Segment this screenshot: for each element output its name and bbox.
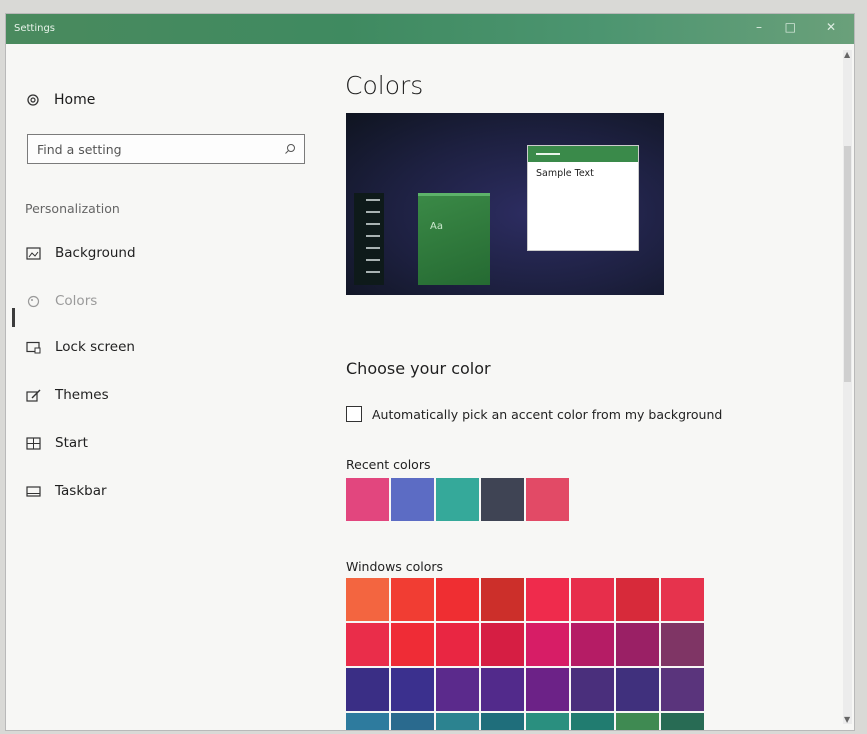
recent-color-swatch[interactable] <box>526 478 569 521</box>
start-icon <box>26 436 41 450</box>
preview-window: Sample Text <box>527 145 639 251</box>
recent-colors <box>346 478 571 521</box>
scroll-up-icon[interactable]: ▲ <box>844 50 850 59</box>
brush-icon <box>26 389 41 402</box>
recent-color-swatch[interactable] <box>391 478 434 521</box>
taskbar-icon <box>26 485 41 497</box>
windows-color-swatch[interactable] <box>526 713 569 730</box>
recent-color-swatch[interactable] <box>436 478 479 521</box>
selection-indicator <box>12 308 15 327</box>
sidebar-item-themes[interactable]: Themes <box>26 384 109 406</box>
windows-color-swatch[interactable] <box>436 713 479 730</box>
sidebar-item-label: Taskbar <box>55 483 107 499</box>
recent-colors-label: Recent colors <box>346 457 431 472</box>
gear-icon <box>27 94 39 106</box>
section-title: Personalization <box>25 201 120 216</box>
page-title: Colors <box>345 71 424 100</box>
scroll-down-icon[interactable]: ▼ <box>844 715 850 724</box>
windows-color-swatch[interactable] <box>391 668 434 711</box>
windows-color-swatch[interactable] <box>346 713 389 730</box>
windows-colors-grid <box>346 578 704 730</box>
home-label: Home <box>54 92 96 108</box>
choose-color-heading: Choose your color <box>346 359 491 378</box>
sidebar-item-label: Colors <box>55 293 98 309</box>
sidebar-item-label: Background <box>55 245 136 261</box>
main-content: Colors Aa Sample Text Choose your color <box>326 44 846 730</box>
sidebar-item-background[interactable]: Background <box>26 242 136 264</box>
auto-accent-label: Automatically pick an accent color from … <box>372 406 723 422</box>
windows-color-swatch[interactable] <box>346 668 389 711</box>
windows-color-swatch[interactable] <box>391 578 434 621</box>
windows-color-swatch[interactable] <box>661 713 704 730</box>
preview-tile-text: Aa <box>430 221 443 232</box>
picture-icon <box>26 246 41 260</box>
scrollbar-thumb[interactable] <box>844 146 851 382</box>
windows-color-swatch[interactable] <box>616 668 659 711</box>
sidebar: Home Find a setting Personalization Back… <box>6 44 326 730</box>
recent-color-swatch[interactable] <box>346 478 389 521</box>
windows-color-swatch[interactable] <box>571 668 614 711</box>
windows-color-swatch[interactable] <box>481 668 524 711</box>
windows-color-swatch[interactable] <box>526 668 569 711</box>
window-title: Settings <box>14 23 56 34</box>
sidebar-item-taskbar[interactable]: Taskbar <box>26 480 107 502</box>
windows-color-swatch[interactable] <box>391 623 434 666</box>
sidebar-item-label: Themes <box>55 387 109 403</box>
windows-color-swatch[interactable] <box>391 713 434 730</box>
windows-color-swatch[interactable] <box>526 623 569 666</box>
windows-color-swatch[interactable] <box>616 623 659 666</box>
windows-color-swatch[interactable] <box>616 578 659 621</box>
windows-color-swatch[interactable] <box>481 578 524 621</box>
windows-color-swatch[interactable] <box>346 578 389 621</box>
search-icon[interactable] <box>284 143 296 155</box>
windows-color-swatch[interactable] <box>571 623 614 666</box>
windows-color-swatch[interactable] <box>616 713 659 730</box>
sidebar-item-colors[interactable]: Colors <box>26 290 97 312</box>
sidebar-item-lock-screen[interactable]: Lock screen <box>26 336 135 358</box>
settings-window: Settings – □ ✕ Home Find a setting Perso… <box>6 14 854 730</box>
windows-color-swatch[interactable] <box>436 668 479 711</box>
windows-color-swatch[interactable] <box>436 578 479 621</box>
recent-color-swatch[interactable] <box>481 478 524 521</box>
maximize-button[interactable]: □ <box>785 20 796 34</box>
preview-accent-tile: Aa <box>418 193 490 285</box>
windows-color-swatch[interactable] <box>661 623 704 666</box>
home-nav-item[interactable]: Home <box>26 92 95 108</box>
windows-color-swatch[interactable] <box>571 713 614 730</box>
search-input[interactable]: Find a setting <box>27 134 305 164</box>
windows-color-swatch[interactable] <box>661 668 704 711</box>
preview-start-menu <box>354 193 384 285</box>
windows-color-swatch[interactable] <box>436 623 479 666</box>
auto-accent-option[interactable]: Automatically pick an accent color from … <box>346 406 722 422</box>
color-preview: Aa Sample Text <box>346 113 664 295</box>
close-button[interactable]: ✕ <box>826 20 836 34</box>
sidebar-item-start[interactable]: Start <box>26 432 88 454</box>
auto-accent-checkbox[interactable] <box>346 406 362 422</box>
preview-sample-text: Sample Text <box>536 168 594 179</box>
scrollbar[interactable]: ▲ ▼ <box>843 50 852 724</box>
search-placeholder: Find a setting <box>37 142 122 157</box>
windows-color-swatch[interactable] <box>346 623 389 666</box>
windows-color-swatch[interactable] <box>571 578 614 621</box>
title-bar: Settings – □ ✕ <box>6 14 854 44</box>
windows-colors-label: Windows colors <box>346 559 444 574</box>
sidebar-item-label: Lock screen <box>55 339 135 355</box>
windows-color-swatch[interactable] <box>481 623 524 666</box>
minimize-button[interactable]: – <box>756 20 762 34</box>
windows-color-swatch[interactable] <box>481 713 524 730</box>
sidebar-item-label: Start <box>55 435 88 451</box>
windows-color-swatch[interactable] <box>526 578 569 621</box>
palette-icon <box>27 295 40 307</box>
windows-color-swatch[interactable] <box>661 578 704 621</box>
lock-screen-icon <box>26 341 41 353</box>
